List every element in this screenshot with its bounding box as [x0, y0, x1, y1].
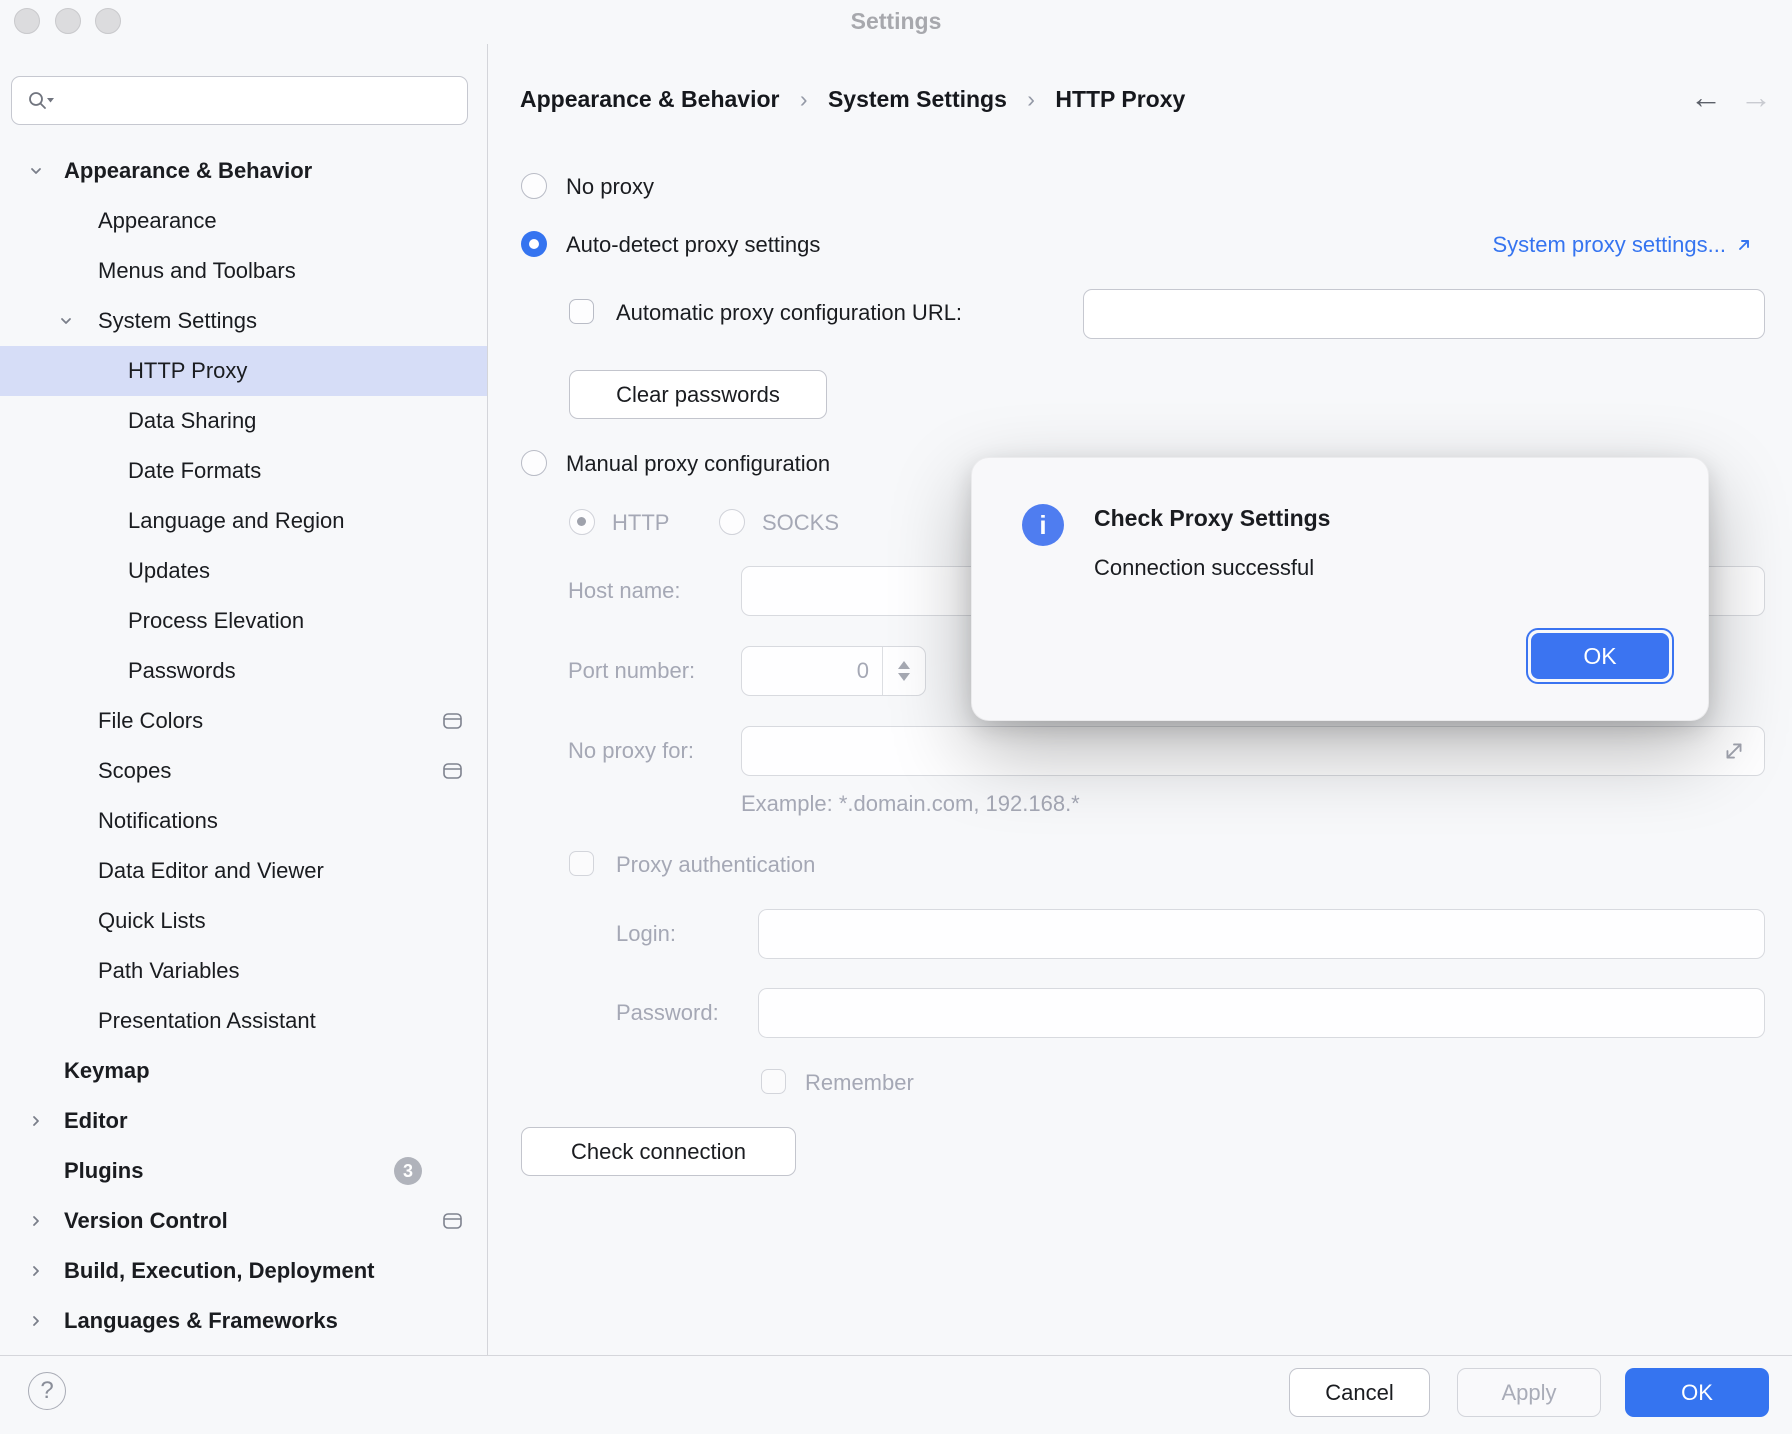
plugins-count-badge: 3 — [394, 1157, 422, 1185]
stepper-down-icon — [898, 673, 910, 681]
external-link-icon — [1734, 235, 1754, 255]
forward-arrow-icon: → — [1740, 79, 1772, 116]
search-icon — [26, 89, 56, 113]
sidebar-item-appearance-behavior[interactable]: Appearance & Behavior — [0, 146, 487, 196]
sidebar-item-languages-frameworks[interactable]: Languages & Frameworks — [0, 1296, 487, 1346]
cancel-button[interactable]: Cancel — [1289, 1368, 1430, 1417]
system-proxy-settings-link[interactable]: System proxy settings... — [1492, 232, 1754, 258]
no-proxy-for-label: No proxy for: — [568, 738, 694, 764]
breadcrumb-appearance-behavior[interactable]: Appearance & Behavior — [520, 86, 779, 112]
sidebar-item-build-execution-deployment[interactable]: Build, Execution, Deployment — [0, 1246, 487, 1296]
auto-url-label[interactable]: Automatic proxy configuration URL: — [616, 300, 962, 326]
sidebar-divider — [487, 44, 488, 1355]
manual-proxy-label[interactable]: Manual proxy configuration — [566, 451, 830, 477]
chevron-down-icon[interactable] — [28, 163, 44, 179]
expand-field-icon — [1722, 739, 1746, 763]
breadcrumb-system-settings[interactable]: System Settings — [828, 86, 1007, 112]
auto-url-input[interactable] — [1083, 289, 1765, 339]
login-label: Login: — [616, 921, 676, 947]
sidebar-item-path-variables[interactable]: Path Variables — [0, 946, 487, 996]
breadcrumb-separator: › — [800, 86, 808, 112]
breadcrumb: Appearance & Behavior › System Settings … — [520, 86, 1185, 113]
remember-label: Remember — [805, 1070, 914, 1096]
sidebar-item-quick-lists[interactable]: Quick Lists — [0, 896, 487, 946]
no-proxy-radio[interactable] — [521, 173, 547, 199]
no-proxy-example-text: Example: *.domain.com, 192.168.* — [741, 791, 1080, 817]
settings-tree: Appearance & Behavior Appearance Menus a… — [0, 146, 487, 1346]
check-proxy-settings-dialog: i Check Proxy Settings Connection succes… — [971, 457, 1709, 721]
sidebar-item-appearance[interactable]: Appearance — [0, 196, 487, 246]
sidebar-item-version-control[interactable]: Version Control — [0, 1196, 487, 1246]
check-connection-button[interactable]: Check connection — [521, 1127, 796, 1176]
sidebar-item-file-colors[interactable]: File Colors — [0, 696, 487, 746]
no-proxy-label[interactable]: No proxy — [566, 174, 654, 200]
http-label: HTTP — [612, 510, 669, 536]
auto-detect-label[interactable]: Auto-detect proxy settings — [566, 232, 820, 258]
manual-proxy-radio[interactable] — [521, 450, 547, 476]
sidebar-item-http-proxy[interactable]: HTTP Proxy — [0, 346, 487, 396]
socks-radio — [719, 509, 745, 535]
footer-divider — [0, 1355, 1792, 1356]
chevron-right-icon[interactable] — [28, 1313, 44, 1329]
chevron-right-icon[interactable] — [28, 1263, 44, 1279]
info-icon: i — [1022, 504, 1064, 546]
proxy-authentication-checkbox — [569, 851, 594, 876]
sidebar-item-process-elevation[interactable]: Process Elevation — [0, 596, 487, 646]
sidebar-item-presentation-assistant[interactable]: Presentation Assistant — [0, 996, 487, 1046]
port-stepper — [882, 647, 925, 695]
socks-label: SOCKS — [762, 510, 839, 536]
sidebar-item-scopes[interactable]: Scopes — [0, 746, 487, 796]
back-arrow-icon[interactable]: ← — [1690, 79, 1722, 116]
auto-url-checkbox[interactable] — [569, 299, 594, 324]
clear-passwords-button[interactable]: Clear passwords — [569, 370, 827, 419]
per-project-icon — [443, 763, 463, 780]
remember-checkbox — [761, 1069, 786, 1094]
per-project-icon — [443, 1213, 463, 1230]
chevron-right-icon[interactable] — [28, 1213, 44, 1229]
port-number-label: Port number: — [568, 658, 695, 684]
dialog-message: Connection successful — [1094, 555, 1314, 581]
dialog-ok-focus-ring: OK — [1526, 628, 1674, 684]
breadcrumb-http-proxy: HTTP Proxy — [1055, 86, 1185, 112]
sidebar-item-data-sharing[interactable]: Data Sharing — [0, 396, 487, 446]
login-input — [758, 909, 1765, 959]
stepper-up-icon — [898, 661, 910, 669]
chevron-right-icon[interactable] — [28, 1113, 44, 1129]
password-input — [758, 988, 1765, 1038]
breadcrumb-separator: › — [1027, 86, 1035, 112]
per-project-icon — [443, 713, 463, 730]
password-label: Password: — [616, 1000, 719, 1026]
sidebar-item-keymap[interactable]: Keymap — [0, 1046, 487, 1096]
chevron-down-icon[interactable] — [58, 313, 74, 329]
proxy-authentication-label: Proxy authentication — [616, 852, 815, 878]
host-name-label: Host name: — [568, 578, 681, 604]
window-title: Settings — [0, 8, 1792, 35]
sidebar-item-language-region[interactable]: Language and Region — [0, 496, 487, 546]
sidebar-item-date-formats[interactable]: Date Formats — [0, 446, 487, 496]
search-input-field[interactable] — [64, 81, 467, 121]
sidebar-item-notifications[interactable]: Notifications — [0, 796, 487, 846]
no-proxy-for-input — [741, 726, 1765, 776]
sidebar-item-data-editor-viewer[interactable]: Data Editor and Viewer — [0, 846, 487, 896]
ok-button[interactable]: OK — [1625, 1368, 1769, 1417]
sidebar-item-menus-toolbars[interactable]: Menus and Toolbars — [0, 246, 487, 296]
sidebar-item-system-settings[interactable]: System Settings — [0, 296, 487, 346]
http-radio — [569, 509, 595, 535]
auto-detect-radio[interactable] — [521, 231, 547, 257]
help-button[interactable]: ? — [28, 1372, 66, 1410]
sidebar-item-passwords[interactable]: Passwords — [0, 646, 487, 696]
sidebar-item-editor[interactable]: Editor — [0, 1096, 487, 1146]
search-input[interactable] — [11, 76, 468, 125]
dialog-title: Check Proxy Settings — [1094, 505, 1330, 532]
sidebar-item-updates[interactable]: Updates — [0, 546, 487, 596]
dialog-ok-button[interactable]: OK — [1531, 633, 1669, 679]
sidebar-item-plugins[interactable]: Plugins 3 — [0, 1146, 487, 1196]
apply-button: Apply — [1457, 1368, 1601, 1417]
